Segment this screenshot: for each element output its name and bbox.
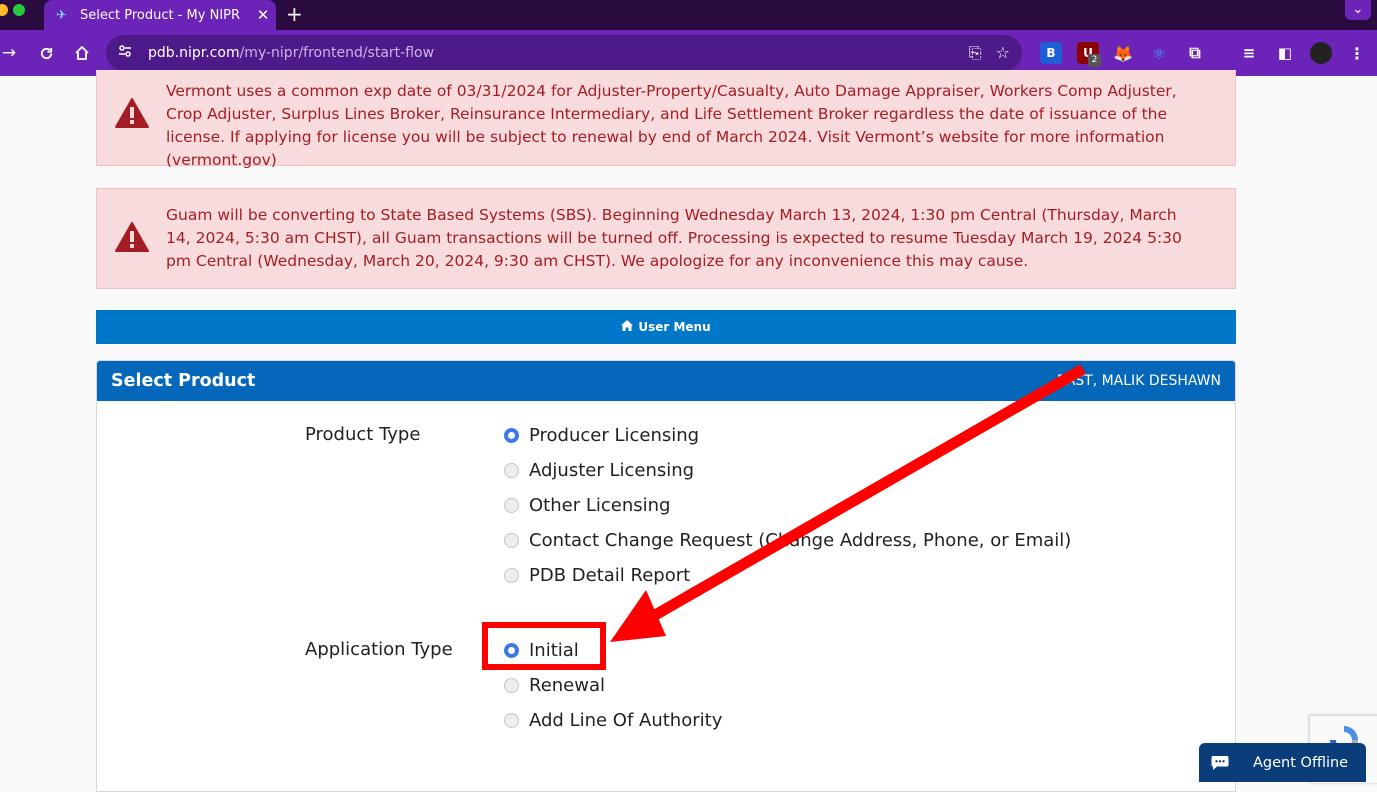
nipr-favicon-icon: ✈ [56, 7, 67, 23]
option-label: Renewal [529, 674, 606, 696]
radio-producer-licensing[interactable] [504, 427, 519, 443]
bitwarden-extension-icon[interactable]: B [1040, 42, 1062, 64]
minimize-window-button[interactable] [0, 4, 8, 16]
radio-pdb-detail-report[interactable] [504, 567, 519, 583]
tab-search-icon[interactable]: ⌄ [1345, 0, 1371, 20]
radio-contact-change-request[interactable] [504, 532, 519, 548]
home-icon[interactable] [69, 40, 95, 66]
chat-bubble-icon [1211, 755, 1229, 770]
address-bar-actions: ⎘ ☆ [969, 43, 1010, 63]
agent-status-label: Agent Offline [1253, 754, 1349, 771]
user-menu-button[interactable]: User Menu [96, 310, 1236, 344]
radio-renewal[interactable] [504, 677, 519, 693]
alert-message: Vermont uses a common exp date of 03/31/… [166, 82, 1177, 169]
warning-icon [115, 98, 149, 128]
option-label: PDB Detail Report [529, 564, 691, 586]
application-type-option[interactable]: Add Line Of Authority [504, 708, 722, 732]
product-type-label: Product Type [305, 424, 421, 445]
browser-tab-bar: ✈ Select Product - My NIPR ✕ + ⌄ [0, 0, 1377, 30]
reload-icon[interactable] [33, 40, 59, 66]
home-icon [621, 320, 634, 334]
product-type-option[interactable]: PDB Detail Report [504, 563, 690, 587]
option-label: Producer Licensing [529, 424, 700, 446]
radio-add-line-of-authority[interactable] [504, 712, 519, 728]
radio-other-licensing[interactable] [504, 497, 519, 513]
product-type-option[interactable]: Other Licensing [504, 493, 670, 517]
side-panel-icon[interactable]: ◧ [1274, 42, 1296, 64]
alert-message: Guam will be converting to State Based S… [166, 206, 1182, 270]
option-label: Adjuster Licensing [529, 459, 695, 481]
site-settings-icon[interactable] [118, 44, 134, 62]
maximize-window-button[interactable] [13, 4, 25, 16]
annotation-highlight-box [482, 622, 606, 670]
react-devtools-extension-icon[interactable]: ⚛ [1148, 42, 1170, 64]
agent-chat-button[interactable]: Agent Offline [1199, 743, 1366, 782]
product-type-option[interactable]: Contact Change Request (Change Address, … [504, 528, 1071, 552]
new-tab-button[interactable]: + [286, 2, 303, 26]
vermont-alert: Vermont uses a common exp date of 03/31/… [96, 70, 1236, 169]
extension-badge: 2 [1088, 54, 1101, 67]
forward-icon[interactable]: → [0, 40, 22, 66]
close-tab-icon[interactable]: ✕ [250, 6, 276, 24]
user-menu-label: User Menu [638, 320, 711, 334]
logged-in-user-name: EAST, MALIK DESHAWN [1056, 373, 1221, 389]
product-type-option[interactable]: Producer Licensing [504, 423, 699, 447]
product-type-option[interactable]: Adjuster Licensing [504, 458, 694, 482]
bookmark-star-icon[interactable]: ☆ [996, 43, 1010, 63]
media-controls-icon[interactable]: ≡ [1238, 42, 1260, 64]
select-product-panel: Select Product EAST, MALIK DESHAWN Produ… [96, 360, 1236, 792]
url-path: /my-nipr/frontend/start-flow [239, 45, 435, 61]
guam-alert: Guam will be converting to State Based S… [96, 188, 1236, 289]
option-label: Contact Change Request (Change Address, … [529, 529, 1072, 551]
application-type-label: Application Type [305, 639, 453, 660]
application-type-option[interactable]: Renewal [504, 673, 605, 697]
browser-tab-active[interactable]: ✈ Select Product - My NIPR ✕ [44, 0, 276, 30]
metamask-extension-icon[interactable]: 🦊 [1112, 42, 1134, 64]
chrome-menu-icon[interactable]: ⋮ [1346, 42, 1368, 64]
install-app-icon[interactable]: ⎘ [969, 43, 982, 63]
panel-title: Select Product [111, 371, 256, 391]
tab-title: Select Product - My NIPR [80, 7, 241, 23]
panel-header: Select Product EAST, MALIK DESHAWN [97, 361, 1235, 401]
warning-icon [115, 222, 149, 252]
radio-adjuster-licensing[interactable] [504, 462, 519, 478]
url-text: pdb.nipr.com/my-nipr/frontend/start-flow [148, 45, 434, 61]
option-label: Other Licensing [529, 494, 671, 516]
extensions-puzzle-icon[interactable]: ⧉ [1184, 42, 1206, 64]
option-label: Add Line Of Authority [529, 709, 723, 731]
profile-avatar[interactable] [1310, 42, 1332, 64]
address-bar[interactable]: pdb.nipr.com/my-nipr/frontend/start-flow… [106, 35, 1022, 71]
url-host: pdb.nipr.com [148, 45, 240, 61]
